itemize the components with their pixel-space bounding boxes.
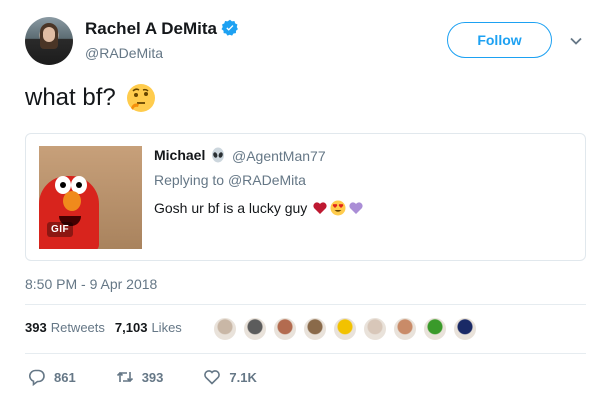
gif-thumbnail[interactable]: GIF	[39, 146, 142, 249]
replying-to-mention[interactable]: @RADeMita	[228, 172, 306, 188]
liker-avatar[interactable]	[212, 316, 238, 342]
heart-outline-icon	[204, 370, 221, 385]
retweet-icon	[116, 371, 133, 383]
reply-button[interactable]: 861	[28, 368, 76, 386]
tweet-text: what bf?	[25, 83, 156, 113]
liker-avatar[interactable]	[422, 316, 448, 342]
liker-avatar[interactable]	[272, 316, 298, 342]
liker-avatar[interactable]	[392, 316, 418, 342]
tweet-timestamp[interactable]: 8:50 PM - 9 Apr 2018	[25, 276, 157, 292]
quoted-tweet-card[interactable]: GIF Michael @AgentMan77 Replying to @RAD…	[25, 133, 586, 261]
like-button[interactable]: 7.1K	[203, 368, 257, 386]
liker-avatar[interactable]	[452, 316, 478, 342]
follow-button[interactable]: Follow	[447, 22, 552, 58]
quoted-handle[interactable]: @AgentMan77	[232, 148, 326, 164]
liker-avatar[interactable]	[362, 316, 388, 342]
divider	[25, 353, 586, 354]
verified-badge-icon	[221, 19, 238, 36]
engagement-stats: 393 Retweets 7,103 Likes	[25, 320, 192, 335]
quoted-text: Gosh ur bf is a lucky guy	[154, 200, 364, 216]
likes-stat[interactable]: 7,103 Likes	[115, 320, 182, 335]
liker-avatar[interactable]	[332, 316, 358, 342]
retweet-button[interactable]: 393	[116, 368, 163, 386]
chevron-down-icon[interactable]	[569, 34, 583, 48]
replying-to: Replying to @RADeMita	[154, 172, 306, 188]
purple-heart-icon	[349, 202, 363, 214]
quoted-display-name[interactable]: Michael	[154, 147, 226, 163]
red-heart-icon	[313, 202, 327, 214]
liker-avatar[interactable]	[242, 316, 268, 342]
liker-avatar[interactable]	[302, 316, 328, 342]
tweet-actions: 861 393 7.1K	[28, 368, 297, 386]
thinking-face-icon	[126, 84, 155, 112]
liker-avatars	[212, 316, 482, 342]
author-display-name[interactable]: Rachel A DeMita	[85, 19, 239, 39]
gif-badge: GIF	[47, 222, 74, 237]
heart-eyes-face-icon	[330, 200, 346, 216]
reply-icon	[28, 369, 45, 386]
retweets-stat[interactable]: 393 Retweets	[25, 320, 105, 335]
author-avatar[interactable]	[25, 17, 73, 65]
author-handle[interactable]: @RADeMita	[85, 45, 163, 61]
divider	[25, 304, 586, 305]
alien-icon	[212, 147, 225, 163]
